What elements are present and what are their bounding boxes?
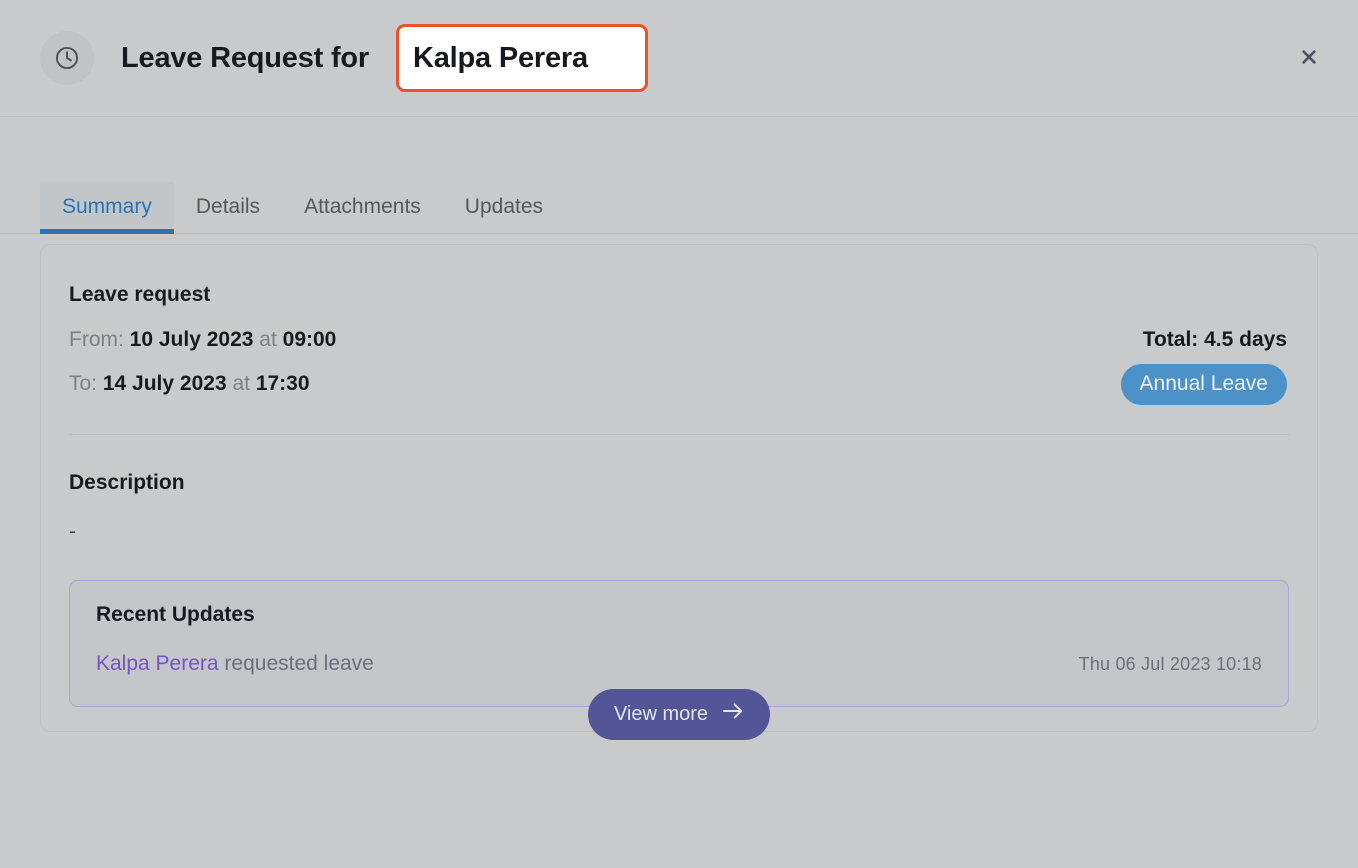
page-title-prefix: Leave Request for (121, 41, 370, 74)
list-item: Kalpa Perera requested leave Thu 06 Jul … (96, 652, 1262, 676)
leave-request-heading: Leave request (69, 283, 211, 306)
clock-icon (54, 45, 80, 71)
update-user-link[interactable]: Kalpa Perera (96, 652, 219, 675)
leave-to-line: To: 14 July 2023 at 17:30 (69, 373, 336, 394)
tab-details-label: Details (195, 195, 261, 218)
tab-updates-label: Updates (464, 195, 544, 218)
tab-details[interactable]: Details (174, 182, 282, 233)
tab-bar: Summary Details Attachments Updates (0, 154, 1358, 234)
view-more-container: View more (70, 689, 1288, 740)
tab-summary[interactable]: Summary (40, 182, 174, 234)
leave-dates-column: From: 10 July 2023 at 09:00 To: 14 July … (69, 329, 336, 394)
from-time: 09:00 (282, 328, 337, 351)
to-at: at (232, 372, 250, 395)
total-days: Total: 4.5 days (1142, 328, 1287, 351)
from-label: From: (69, 328, 124, 351)
description-value: - (69, 520, 76, 543)
update-action: requested leave (224, 652, 374, 675)
to-time: 17:30 (255, 372, 310, 395)
view-more-label: View more (613, 702, 709, 725)
highlighted-employee-name: Kalpa Perera (396, 24, 648, 92)
tab-attachments-label: Attachments (304, 195, 421, 218)
close-icon (1299, 47, 1319, 72)
update-timestamp: Thu 06 Jul 2023 10:18 (1078, 654, 1262, 674)
from-date: 10 July 2023 (129, 328, 254, 351)
summary-card: Leave request From: 10 July 2023 at 09:0… (40, 244, 1318, 740)
modal-header: Leave Request for Kalpa Perera (0, 0, 1358, 117)
close-button[interactable] (1294, 44, 1324, 74)
to-date: 14 July 2023 (102, 372, 227, 395)
leave-totals-column: Total: 4.5 days Annual Leave (1120, 328, 1289, 405)
view-more-button[interactable]: View more (587, 689, 771, 740)
page-title: Leave Request for (121, 42, 370, 75)
tab-updates[interactable]: Updates (443, 182, 565, 233)
leave-type-badge: Annual Leave (1120, 364, 1287, 405)
update-description: Kalpa Perera requested leave (96, 652, 374, 676)
recent-updates-heading: Recent Updates (96, 603, 255, 626)
to-label: To: (69, 372, 98, 395)
employee-name-text: Kalpa Perera (413, 41, 588, 74)
from-at: at (259, 328, 277, 351)
leave-from-line: From: 10 July 2023 at 09:00 (69, 329, 336, 350)
description-heading: Description (69, 471, 185, 494)
recent-updates-box: Recent Updates Kalpa Perera requested le… (69, 580, 1289, 740)
leave-request-avatar (40, 31, 94, 85)
tab-summary-label: Summary (62, 195, 152, 218)
tab-attachments[interactable]: Attachments (282, 182, 443, 233)
leave-dates-row: From: 10 July 2023 at 09:00 To: 14 July … (69, 329, 1289, 405)
arrow-right-icon (722, 702, 744, 726)
card-divider (69, 434, 1289, 435)
